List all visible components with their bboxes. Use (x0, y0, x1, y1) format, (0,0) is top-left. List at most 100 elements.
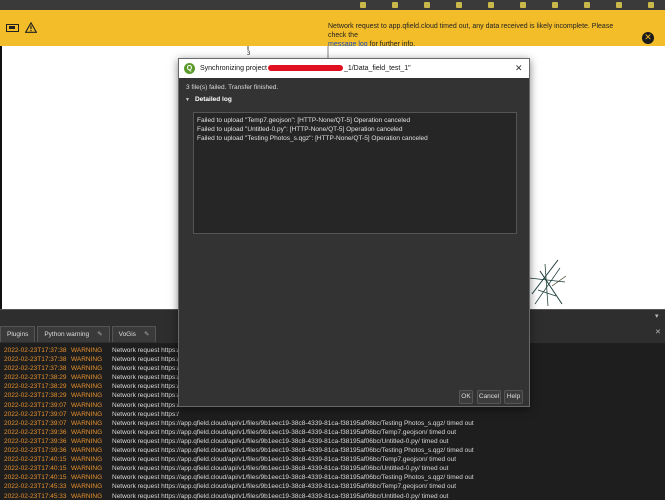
toolbar-tool-icon[interactable] (456, 2, 462, 8)
close-icon[interactable]: ✕ (515, 59, 523, 78)
dialog-title: Synchronizing project _1/Data_field_test_… (200, 65, 411, 72)
log-timestamp: 2022-02-23T17:40:15 (4, 474, 67, 482)
help-button[interactable]: Help (504, 390, 523, 404)
log-level: WARNING (71, 465, 103, 473)
log-message: Network request https://app.qfield.cloud… (112, 437, 449, 445)
log-row: 2022-02-23T17:39:07 WARNING Network reques… (4, 410, 661, 419)
toolbar-tool-icon[interactable] (584, 2, 590, 8)
log-timestamp: 2022-02-23T17:39:07 (4, 401, 67, 409)
sync-dialog: Q Synchronizing project _1/Data_field_tes… (178, 58, 530, 407)
log-row: 2022-02-23T17:40:15 WARNING Network reques… (4, 455, 661, 464)
log-timestamp: 2022-02-23T17:39:36 (4, 447, 67, 455)
toolbar-tool-icon[interactable] (648, 2, 654, 8)
collapse-triangle-icon[interactable]: ▼ (185, 97, 190, 103)
transfer-summary: 3 file(s) failed. Transfer finished. (186, 84, 279, 91)
log-level: WARNING (71, 447, 103, 455)
log-level: WARNING (71, 365, 103, 373)
ok-button[interactable]: OK (459, 390, 473, 404)
dialog-titlebar[interactable]: Q Synchronizing project _1/Data_field_tes… (179, 59, 529, 78)
clear-log-icon[interactable]: ✎ (97, 327, 102, 342)
log-timestamp: 2022-02-23T17:38:29 (4, 392, 67, 400)
toolbar-tool-icon[interactable] (552, 2, 558, 8)
log-row: 2022-02-23T17:40:15 WARNING Network reques… (4, 464, 661, 473)
log-level: WARNING (71, 483, 103, 491)
toolbar-tool-icon[interactable] (360, 2, 366, 8)
log-message: Network request https:/ (112, 365, 179, 373)
message-bar: Network request to app.qfield.cloud time… (0, 10, 665, 48)
log-row: 2022-02-23T17:39:07 WARNING Network reques… (4, 419, 661, 428)
log-level: WARNING (71, 347, 103, 354)
log-level: WARNING (71, 437, 103, 445)
canvas-edge (0, 46, 2, 309)
log-level: WARNING (71, 419, 103, 427)
log-line: Failed to upload "Untitled-0.py": [HTTP-… (197, 126, 403, 133)
log-message: Network request https:/ (112, 356, 179, 364)
toolbar-tool-icon[interactable] (424, 2, 430, 8)
log-message: Network request https://app.qfield.cloud… (112, 474, 474, 482)
log-tabs: Plugins Python warning ✎ VoGis ✎ (0, 326, 158, 342)
log-message: Network request https://app.qfield.cloud… (112, 465, 449, 473)
log-line: Failed to upload "Testing Photos_s.qgz":… (197, 135, 428, 142)
tab-vogis[interactable]: VoGis ✎ (111, 326, 157, 342)
toolbar-tool-icon[interactable] (488, 2, 494, 8)
log-message: Network request https://app.qfield.cloud… (112, 492, 449, 500)
log-timestamp: 2022-02-23T17:39:36 (4, 428, 67, 436)
log-message: Network request https://app.qfield.cloud… (112, 483, 456, 491)
log-row: 2022-02-23T17:40:15 WARNING Network reques… (4, 473, 661, 482)
log-message: Network request https:/ (112, 410, 179, 418)
log-timestamp: 2022-02-23T17:45:33 (4, 492, 67, 500)
log-row: 2022-02-23T17:45:33 WARNING Network reques… (4, 482, 661, 491)
log-message: Network request https:/ (112, 383, 179, 391)
tab-python-warning[interactable]: Python warning ✎ (37, 326, 110, 342)
toolbar-tool-icon[interactable] (520, 2, 526, 8)
log-level: WARNING (71, 456, 103, 464)
detailed-log-text[interactable]: Failed to upload "Temp7.geojson": [HTTP-… (193, 112, 517, 234)
log-timestamp: 2022-02-23T17:38:29 (4, 383, 67, 391)
log-row: 2022-02-23T17:39:36 WARNING Network reques… (4, 446, 661, 455)
clear-log-icon[interactable]: ✎ (144, 327, 149, 342)
log-line: Failed to upload "Temp7.geojson": [HTTP-… (197, 117, 411, 124)
log-level: WARNING (71, 401, 103, 409)
log-row: 2022-02-23T17:45:33 WARNING Network reques… (4, 492, 661, 500)
log-timestamp: 2022-02-23T17:38:29 (4, 374, 67, 382)
log-timestamp: 2022-02-23T17:45:33 (4, 483, 67, 491)
log-timestamp: 2022-02-23T17:37:38 (4, 356, 67, 364)
log-level: WARNING (71, 410, 103, 418)
message-text: Network request to app.qfield.cloud time… (328, 23, 614, 48)
close-message-icon[interactable]: ✕ (642, 32, 654, 44)
log-message: Network request https://app.qfield.cloud… (112, 447, 474, 455)
toolbar-tool-icon[interactable] (392, 2, 398, 8)
log-timestamp: 2022-02-23T17:39:36 (4, 437, 67, 445)
log-level: WARNING (71, 474, 103, 482)
log-message: Network request https:/ (112, 392, 179, 400)
redaction-mark (267, 65, 343, 72)
log-timestamp: 2022-02-23T17:37:38 (4, 365, 67, 373)
toolbar-strip (0, 0, 665, 10)
tab-plugins[interactable]: Plugins (0, 326, 36, 342)
log-row: 2022-02-23T17:39:36 WARNING Network reques… (4, 437, 661, 446)
log-message: Network request https://app.qfield.cloud… (112, 428, 456, 436)
battery-icon (6, 23, 19, 32)
log-row: 2022-02-23T17:39:36 WARNING Network reques… (4, 428, 661, 437)
log-timestamp: 2022-02-23T17:39:07 (4, 419, 67, 427)
log-message: Network request https:/ (112, 401, 179, 409)
log-level: WARNING (71, 392, 103, 400)
close-panel-icon[interactable]: ✕ (655, 328, 661, 336)
log-level: WARNING (71, 492, 103, 500)
qgis-icon: Q (184, 63, 195, 74)
log-level: WARNING (71, 374, 103, 382)
toolbar-tool-icon[interactable] (616, 2, 622, 8)
log-timestamp: 2022-02-23T17:37:38 (4, 347, 67, 354)
log-message: Network request https://app.qfield.cloud… (112, 456, 456, 464)
log-level: WARNING (71, 356, 103, 364)
minimize-icon[interactable]: ▾ (655, 312, 659, 320)
warning-icon (25, 22, 37, 33)
cancel-button[interactable]: Cancel (477, 390, 501, 404)
log-level: WARNING (71, 383, 103, 391)
log-message: Network request https:/ (112, 347, 179, 354)
log-message: Network request https:/ (112, 374, 179, 382)
log-level: WARNING (71, 428, 103, 436)
log-timestamp: 2022-02-23T17:39:07 (4, 410, 67, 418)
detailed-log-toggle[interactable]: ▼ Detailed log (185, 96, 232, 103)
log-timestamp: 2022-02-23T17:40:15 (4, 465, 67, 473)
